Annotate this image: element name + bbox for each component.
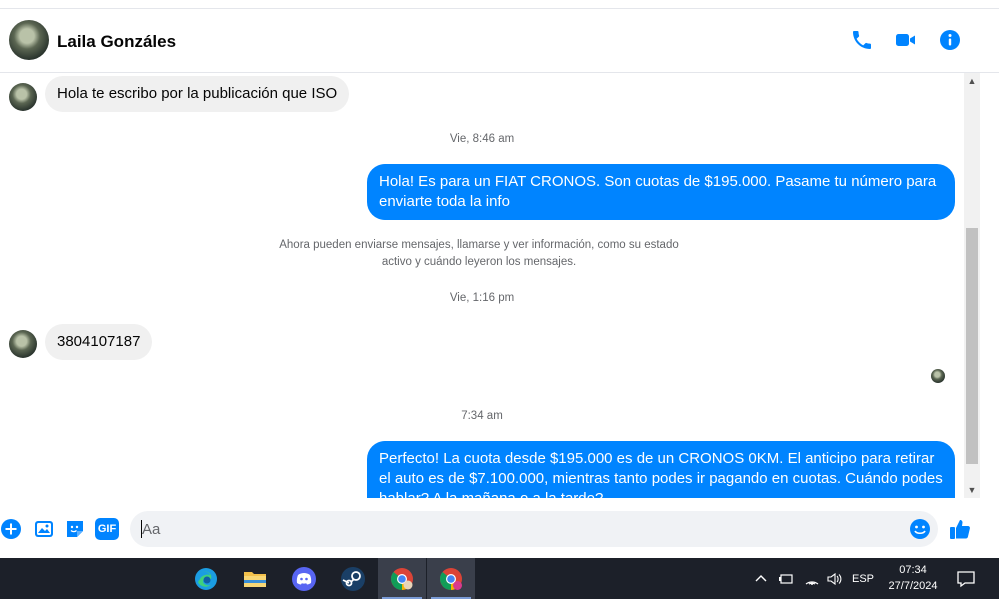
discord-taskbar-button[interactable] [280,558,328,599]
contact-name[interactable]: Laila Gonzáles [57,32,176,52]
edge-taskbar-button[interactable] [182,558,230,599]
volume-icon[interactable] [826,572,844,586]
windows-taskbar: ESP 07:34 27/7/2024 [0,558,999,599]
gif-icon[interactable]: GIF [95,518,119,540]
contact-avatar-small [9,83,37,111]
photo-icon[interactable] [33,518,55,540]
sticker-icon[interactable] [64,518,86,540]
system-notice: Ahora pueden enviarse mensajes, llamarse… [279,239,679,268]
phone-icon[interactable] [850,28,874,52]
scroll-up-arrow-icon[interactable]: ▲ [964,73,980,89]
chrome-taskbar-button[interactable] [378,558,426,599]
composer: GIF [0,498,999,558]
text-caret [141,520,142,538]
timestamp: Vie, 1:16 pm [449,292,515,304]
file-explorer-taskbar-button[interactable] [231,558,279,599]
message-thread[interactable]: Hola te escribo por la publicación que I… [0,73,964,498]
plus-icon[interactable] [0,518,22,540]
chrome-icon [391,567,413,590]
notifications-icon[interactable] [956,569,976,589]
steam-icon [341,566,365,591]
incoming-message[interactable]: 3804107187 [45,324,153,360]
timestamp: 7:34 am [461,410,503,422]
outgoing-message[interactable]: Hola! Es para un FIAT CRONOS. Son cuotas… [367,164,955,220]
edge-icon [195,567,217,590]
discord-icon [292,566,316,591]
system-tray: ESP [754,558,874,599]
emoji-icon[interactable] [909,518,931,540]
clock-time: 07:34 [899,564,927,576]
video-call-icon[interactable] [894,28,918,52]
battery-icon[interactable] [778,572,794,586]
wifi-icon[interactable] [804,572,820,586]
clock-date: 27/7/2024 [888,580,938,592]
chrome-profile-icon [440,567,462,590]
scrollbar[interactable]: ▲ ▼ [964,73,980,498]
contact-avatar[interactable] [9,20,49,60]
incoming-message[interactable]: Hola te escribo por la publicación que I… [45,76,350,112]
scrollbar-thumb[interactable] [966,228,978,464]
file-explorer-icon [244,571,266,587]
outgoing-message[interactable]: Perfecto! La cuota desde $195.000 es de … [367,441,955,498]
info-icon[interactable] [938,28,962,52]
scroll-down-arrow-icon[interactable]: ▼ [964,482,980,498]
steam-taskbar-button[interactable] [329,558,377,599]
chrome-profile-taskbar-button[interactable] [427,558,475,599]
chevron-up-icon[interactable] [754,572,768,586]
language-indicator[interactable]: ESP [852,573,874,585]
clock[interactable]: 07:34 27/7/2024 [878,562,948,594]
message-input[interactable] [130,511,938,547]
seen-indicator-avatar [931,369,945,383]
contact-avatar-small [9,330,37,358]
conversation-header: Laila Gonzáles [0,9,999,73]
like-icon[interactable] [948,517,972,541]
timestamp: Vie, 8:46 am [449,133,515,145]
